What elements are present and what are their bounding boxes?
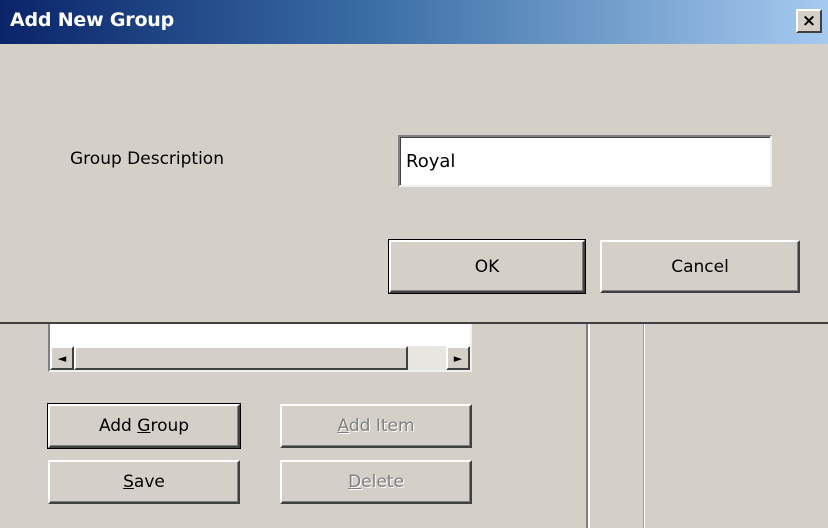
scroll-thumb[interactable] (74, 346, 408, 370)
save-button[interactable]: Save (48, 460, 240, 504)
scroll-left-button[interactable]: ◄ (50, 346, 74, 370)
panel-divider (586, 324, 590, 528)
ok-button[interactable]: OK (388, 239, 586, 294)
save-button-label: Save (123, 472, 165, 492)
add-item-button[interactable]: Add Item (280, 404, 472, 448)
ok-button-label: OK (474, 256, 500, 277)
add-group-button-label: Add Group (98, 416, 190, 436)
panel-divider-secondary (643, 324, 645, 528)
add-item-button-label: Add Item (337, 416, 415, 436)
triangle-right-icon: ► (453, 351, 463, 365)
cancel-button[interactable]: Cancel (600, 240, 800, 293)
add-group-dialog: Group Description OK Cancel (0, 44, 828, 322)
screen-root: Add New Group × Group Description OK Can… (0, 0, 828, 528)
add-group-button[interactable]: Add Group (47, 403, 241, 449)
close-button[interactable]: × (796, 9, 822, 33)
delete-button-label: Delete (348, 472, 404, 492)
triangle-left-icon: ◄ (57, 351, 67, 365)
cancel-button-label: Cancel (671, 256, 729, 277)
group-description-input[interactable] (398, 135, 772, 187)
delete-button[interactable]: Delete (280, 460, 472, 504)
close-icon: × (801, 10, 817, 31)
background-form: ◄ ► Add Group Add Item Save Delete (0, 322, 828, 528)
title-bar: Add New Group × (0, 0, 828, 44)
group-description-label: Group Description (70, 149, 224, 169)
scroll-right-button[interactable]: ► (446, 346, 470, 370)
window-title: Add New Group (10, 9, 175, 31)
horizontal-scrollbar[interactable]: ◄ ► (50, 346, 470, 370)
